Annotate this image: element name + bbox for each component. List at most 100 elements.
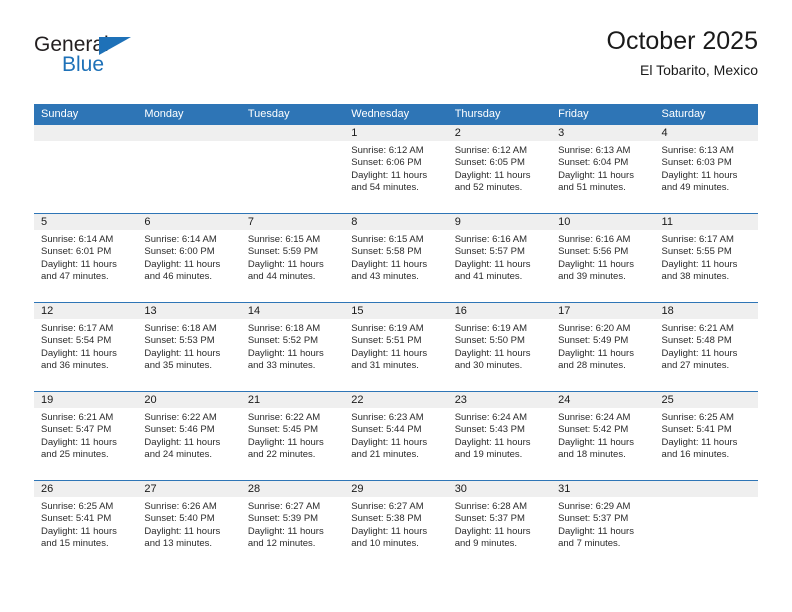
- day-cell[interactable]: 29 Sunrise: 6:27 AM Sunset: 5:38 PM Dayligh…: [344, 481, 448, 569]
- daylight-text: Daylight: 11 hours and 16 minutes.: [661, 436, 738, 461]
- sunrise-text: Sunrise: 6:29 AM: [558, 501, 631, 512]
- sunset-text: Sunset: 5:41 PM: [661, 424, 732, 436]
- sunset-text: Sunset: 5:53 PM: [144, 335, 215, 347]
- day-number-strip: 21: [240, 392, 345, 408]
- sunrise-text: Sunrise: 6:21 AM: [41, 412, 114, 423]
- weekday-header-sunday: Sunday: [41, 108, 79, 120]
- daylight-text: Daylight: 11 hours and 30 minutes.: [454, 347, 531, 372]
- day-number: 2: [454, 127, 461, 139]
- day-number-strip: [34, 125, 138, 141]
- week-inner: 12 Sunrise: 6:17 AM Sunset: 5:54 PM Dayligh…: [34, 303, 758, 391]
- day-cell[interactable]: 1 Sunrise: 6:12 AM Sunset: 6:06 PM Daylight…: [344, 125, 448, 213]
- sunrise-text: Sunrise: 6:22 AM: [144, 412, 217, 423]
- day-number: 21: [247, 394, 261, 406]
- day-sun-info: Sunrise: 6:23 AM Sunset: 5:44 PM Daylight:…: [344, 408, 447, 462]
- sunset-text: Sunset: 5:41 PM: [41, 513, 112, 525]
- sunrise-text: Sunrise: 6:16 AM: [454, 234, 528, 245]
- day-cell[interactable]: 25 Sunrise: 6:25 AM Sunset: 5:41 PM Dayligh…: [654, 392, 758, 480]
- day-number-strip: 12: [34, 303, 138, 319]
- day-cell[interactable]: 2 Sunrise: 6:12 AM Sunset: 6:05 PM Daylight…: [447, 125, 552, 213]
- day-sun-info: Sunrise: 6:24 AM Sunset: 5:43 PM Daylight:…: [448, 408, 551, 462]
- day-cell[interactable]: 21 Sunrise: 6:22 AM Sunset: 5:45 PM Dayligh…: [240, 392, 345, 480]
- day-cell[interactable]: 17 Sunrise: 6:20 AM Sunset: 5:49 PM Dayligh…: [551, 303, 655, 391]
- day-cell[interactable]: 6 Sunrise: 6:14 AM Sunset: 6:00 PM Daylight…: [137, 214, 241, 302]
- day-cell[interactable]: 20 Sunrise: 6:22 AM Sunset: 5:46 PM Dayligh…: [137, 392, 241, 480]
- sunrise-text: Sunrise: 6:17 AM: [41, 323, 114, 334]
- daylight-text: Daylight: 11 hours and 22 minutes.: [247, 436, 324, 461]
- day-sun-info: Sunrise: 6:25 AM Sunset: 5:41 PM Daylight:…: [655, 408, 758, 462]
- calendar-table: Sunday Monday Tuesday Wednesday Thursday Frid…: [34, 104, 758, 569]
- day-cell[interactable]: 30 Sunrise: 6:28 AM Sunset: 5:37 PM Dayligh…: [447, 481, 552, 569]
- day-cell[interactable]: 15 Sunrise: 6:19 AM Sunset: 5:51 PM Dayligh…: [344, 303, 448, 391]
- day-cell[interactable]: 11 Sunrise: 6:17 AM Sunset: 5:55 PM Dayligh…: [654, 214, 758, 302]
- day-cell[interactable]: 16 Sunrise: 6:19 AM Sunset: 5:50 PM Dayligh…: [447, 303, 552, 391]
- sunset-text: Sunset: 5:45 PM: [247, 424, 319, 436]
- day-cell[interactable]: 4 Sunrise: 6:13 AM Sunset: 6:03 PM Daylight…: [654, 125, 758, 213]
- sunset-text: Sunset: 6:01 PM: [41, 246, 112, 258]
- sunrise-text: Sunrise: 6:12 AM: [454, 145, 528, 156]
- day-sun-info: Sunrise: 6:13 AM Sunset: 6:04 PM Daylight:…: [551, 141, 654, 195]
- day-number: 12: [41, 305, 54, 317]
- day-cell[interactable]: 13 Sunrise: 6:18 AM Sunset: 5:53 PM Dayligh…: [137, 303, 241, 391]
- day-number-strip: 25: [654, 392, 758, 408]
- sunset-text: Sunset: 5:55 PM: [661, 246, 732, 258]
- sunrise-text: Sunrise: 6:15 AM: [351, 234, 424, 245]
- day-cell[interactable]: 23 Sunrise: 6:24 AM Sunset: 5:43 PM Dayligh…: [447, 392, 552, 480]
- day-cell[interactable]: 10 Sunrise: 6:16 AM Sunset: 5:56 PM Dayligh…: [551, 214, 655, 302]
- day-number-strip: 29: [344, 481, 448, 497]
- day-cell[interactable]: 19 Sunrise: 6:21 AM Sunset: 5:47 PM Dayligh…: [34, 392, 138, 480]
- day-number-strip: 28: [240, 481, 345, 497]
- daylight-text: Daylight: 11 hours and 44 minutes.: [247, 258, 324, 283]
- day-cell[interactable]: 9 Sunrise: 6:16 AM Sunset: 5:57 PM Daylight…: [447, 214, 552, 302]
- day-cell[interactable]: 22 Sunrise: 6:23 AM Sunset: 5:44 PM Dayligh…: [344, 392, 448, 480]
- day-cell[interactable]: 31 Sunrise: 6:29 AM Sunset: 5:37 PM Dayligh…: [551, 481, 655, 569]
- day-sun-info: Sunrise: 6:18 AM Sunset: 5:53 PM Daylight:…: [137, 319, 240, 373]
- day-cell[interactable]: 26 Sunrise: 6:25 AM Sunset: 5:41 PM Dayligh…: [34, 481, 138, 569]
- day-number-strip: 1: [344, 125, 448, 141]
- day-number-strip: 27: [137, 481, 241, 497]
- day-number-strip: 20: [137, 392, 241, 408]
- daylight-text: Daylight: 11 hours and 41 minutes.: [454, 258, 531, 283]
- day-number-strip: 17: [551, 303, 655, 319]
- calendar-week-row: 5 Sunrise: 6:14 AM Sunset: 6:01 PM Daylight…: [34, 214, 758, 303]
- day-number: 6: [144, 216, 151, 228]
- day-number-strip: [654, 481, 758, 497]
- daylight-text: Daylight: 11 hours and 43 minutes.: [351, 258, 428, 283]
- sunset-text: Sunset: 5:56 PM: [558, 246, 629, 258]
- sunset-text: Sunset: 6:00 PM: [144, 246, 215, 258]
- daylight-text: Daylight: 11 hours and 54 minutes.: [351, 169, 428, 194]
- day-cell[interactable]: 12 Sunrise: 6:17 AM Sunset: 5:54 PM Dayligh…: [34, 303, 138, 391]
- day-cell[interactable]: 28 Sunrise: 6:27 AM Sunset: 5:39 PM Dayligh…: [240, 481, 345, 569]
- day-cell[interactable]: 8 Sunrise: 6:15 AM Sunset: 5:58 PM Daylight…: [344, 214, 448, 302]
- day-cell[interactable]: 14 Sunrise: 6:18 AM Sunset: 5:52 PM Dayligh…: [240, 303, 345, 391]
- day-sun-info: Sunrise: 6:19 AM Sunset: 5:50 PM Daylight:…: [448, 319, 551, 373]
- daylight-text: Daylight: 11 hours and 9 minutes.: [454, 525, 531, 550]
- calendar-week-row: 1 Sunrise: 6:12 AM Sunset: 6:06 PM Daylight…: [34, 125, 758, 214]
- sunrise-text: Sunrise: 6:13 AM: [558, 145, 631, 156]
- sunset-text: Sunset: 5:46 PM: [144, 424, 215, 436]
- brand-logo[interactable]: General Blue: [34, 34, 234, 88]
- daylight-text: Daylight: 11 hours and 33 minutes.: [247, 347, 324, 372]
- sunrise-text: Sunrise: 6:19 AM: [351, 323, 424, 334]
- day-sun-info: Sunrise: 6:22 AM Sunset: 5:46 PM Daylight:…: [137, 408, 240, 462]
- day-number-strip: 15: [344, 303, 448, 319]
- daylight-text: Daylight: 11 hours and 15 minutes.: [41, 525, 117, 550]
- day-cell[interactable]: 7 Sunrise: 6:15 AM Sunset: 5:59 PM Daylight…: [240, 214, 345, 302]
- day-cell[interactable]: 18 Sunrise: 6:21 AM Sunset: 5:48 PM Dayligh…: [654, 303, 758, 391]
- day-number: 20: [144, 394, 157, 406]
- day-number-strip: 9: [447, 214, 552, 230]
- sunset-text: Sunset: 5:48 PM: [661, 335, 732, 347]
- day-number: 26: [41, 483, 54, 495]
- sunset-text: Sunset: 6:05 PM: [454, 157, 525, 169]
- sunrise-text: Sunrise: 6:15 AM: [247, 234, 321, 245]
- sunset-text: Sunset: 5:50 PM: [454, 335, 525, 347]
- day-cell[interactable]: 27 Sunrise: 6:26 AM Sunset: 5:40 PM Dayligh…: [137, 481, 241, 569]
- day-cell[interactable]: 3 Sunrise: 6:13 AM Sunset: 6:04 PM Daylight…: [551, 125, 655, 213]
- day-cell[interactable]: 24 Sunrise: 6:24 AM Sunset: 5:42 PM Dayligh…: [551, 392, 655, 480]
- sunrise-text: Sunrise: 6:25 AM: [41, 501, 114, 512]
- day-cell[interactable]: 5 Sunrise: 6:14 AM Sunset: 6:01 PM Daylight…: [34, 214, 138, 302]
- sunrise-text: Sunrise: 6:20 AM: [558, 323, 631, 334]
- sunrise-text: Sunrise: 6:24 AM: [558, 412, 631, 423]
- weekday-header-thursday: Thursday: [454, 108, 501, 120]
- sunrise-text: Sunrise: 6:17 AM: [661, 234, 734, 245]
